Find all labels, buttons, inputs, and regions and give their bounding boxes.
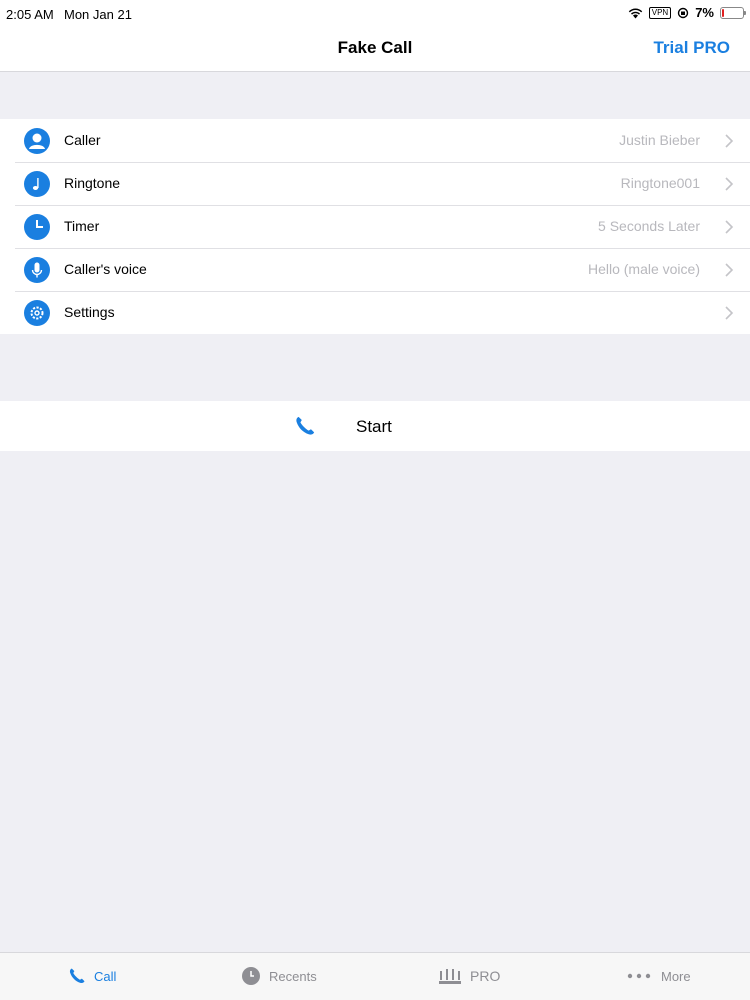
trial-pro-button[interactable]: Trial PRO — [653, 38, 730, 58]
phone-icon — [296, 416, 315, 435]
tab-label: Call — [94, 968, 117, 984]
vpn-badge: VPN — [648, 6, 672, 19]
tab-more[interactable]: More — [627, 965, 691, 987]
settings-list: Caller Justin Bieber Ringtone Ringtone00… — [0, 119, 750, 334]
battery-fill — [722, 8, 724, 17]
ellipsis-icon — [627, 973, 651, 979]
tab-pro[interactable]: PRO — [438, 965, 500, 987]
battery-percent: 7% — [695, 5, 714, 20]
start-label: Start — [356, 417, 392, 436]
status-time: 2:05 AM — [6, 7, 54, 22]
music-note-icon — [24, 171, 50, 197]
list-item-timer[interactable]: Timer 5 Seconds Later — [0, 205, 750, 248]
microphone-icon — [24, 257, 50, 283]
status-indicators: VPN 7% — [628, 5, 746, 20]
row-value: Hello (male voice) — [587, 261, 700, 277]
status-bar: 2:05 AM Mon Jan 21 VPN 7% — [0, 0, 750, 28]
tab-label: Recents — [269, 968, 317, 984]
crown-icon — [439, 969, 461, 984]
row-value: Ringtone001 — [620, 175, 700, 191]
chevron-right-icon — [725, 263, 734, 277]
tab-label: PRO — [470, 968, 501, 984]
navigation-bar: Fake Call Trial PRO — [0, 28, 750, 72]
row-value: 5 Seconds Later — [598, 218, 700, 234]
tab-recents[interactable]: Recents — [241, 965, 317, 987]
row-value: Justin Bieber — [619, 132, 700, 148]
list-item-callers-voice[interactable]: Caller's voice Hello (male voice) — [0, 248, 750, 291]
phone-icon — [69, 968, 85, 984]
start-button[interactable]: Start — [0, 401, 750, 451]
row-label: Caller — [64, 132, 101, 148]
chevron-right-icon — [725, 134, 734, 148]
tab-call[interactable]: Call — [68, 965, 116, 987]
tab-bar: Call Recents PRO More — [0, 952, 750, 1000]
list-item-caller[interactable]: Caller Justin Bieber — [0, 119, 750, 162]
clock-icon — [242, 967, 260, 985]
gear-icon — [24, 300, 50, 326]
list-item-settings[interactable]: Settings — [0, 291, 750, 334]
row-label: Timer — [64, 218, 100, 234]
orientation-lock-icon — [678, 7, 689, 18]
clock-icon — [24, 214, 50, 240]
row-label: Ringtone — [64, 175, 121, 191]
list-item-ringtone[interactable]: Ringtone Ringtone001 — [0, 162, 750, 205]
page-title: Fake Call — [337, 38, 413, 57]
chevron-right-icon — [725, 306, 734, 320]
chevron-right-icon — [725, 177, 734, 191]
person-icon — [24, 128, 50, 154]
status-date: Mon Jan 21 — [64, 7, 132, 22]
row-label: Caller's voice — [64, 261, 147, 277]
chevron-right-icon — [725, 220, 734, 234]
wifi-icon — [628, 8, 642, 18]
tab-label: More — [661, 968, 691, 984]
row-label: Settings — [64, 304, 115, 320]
battery-icon — [720, 6, 746, 19]
